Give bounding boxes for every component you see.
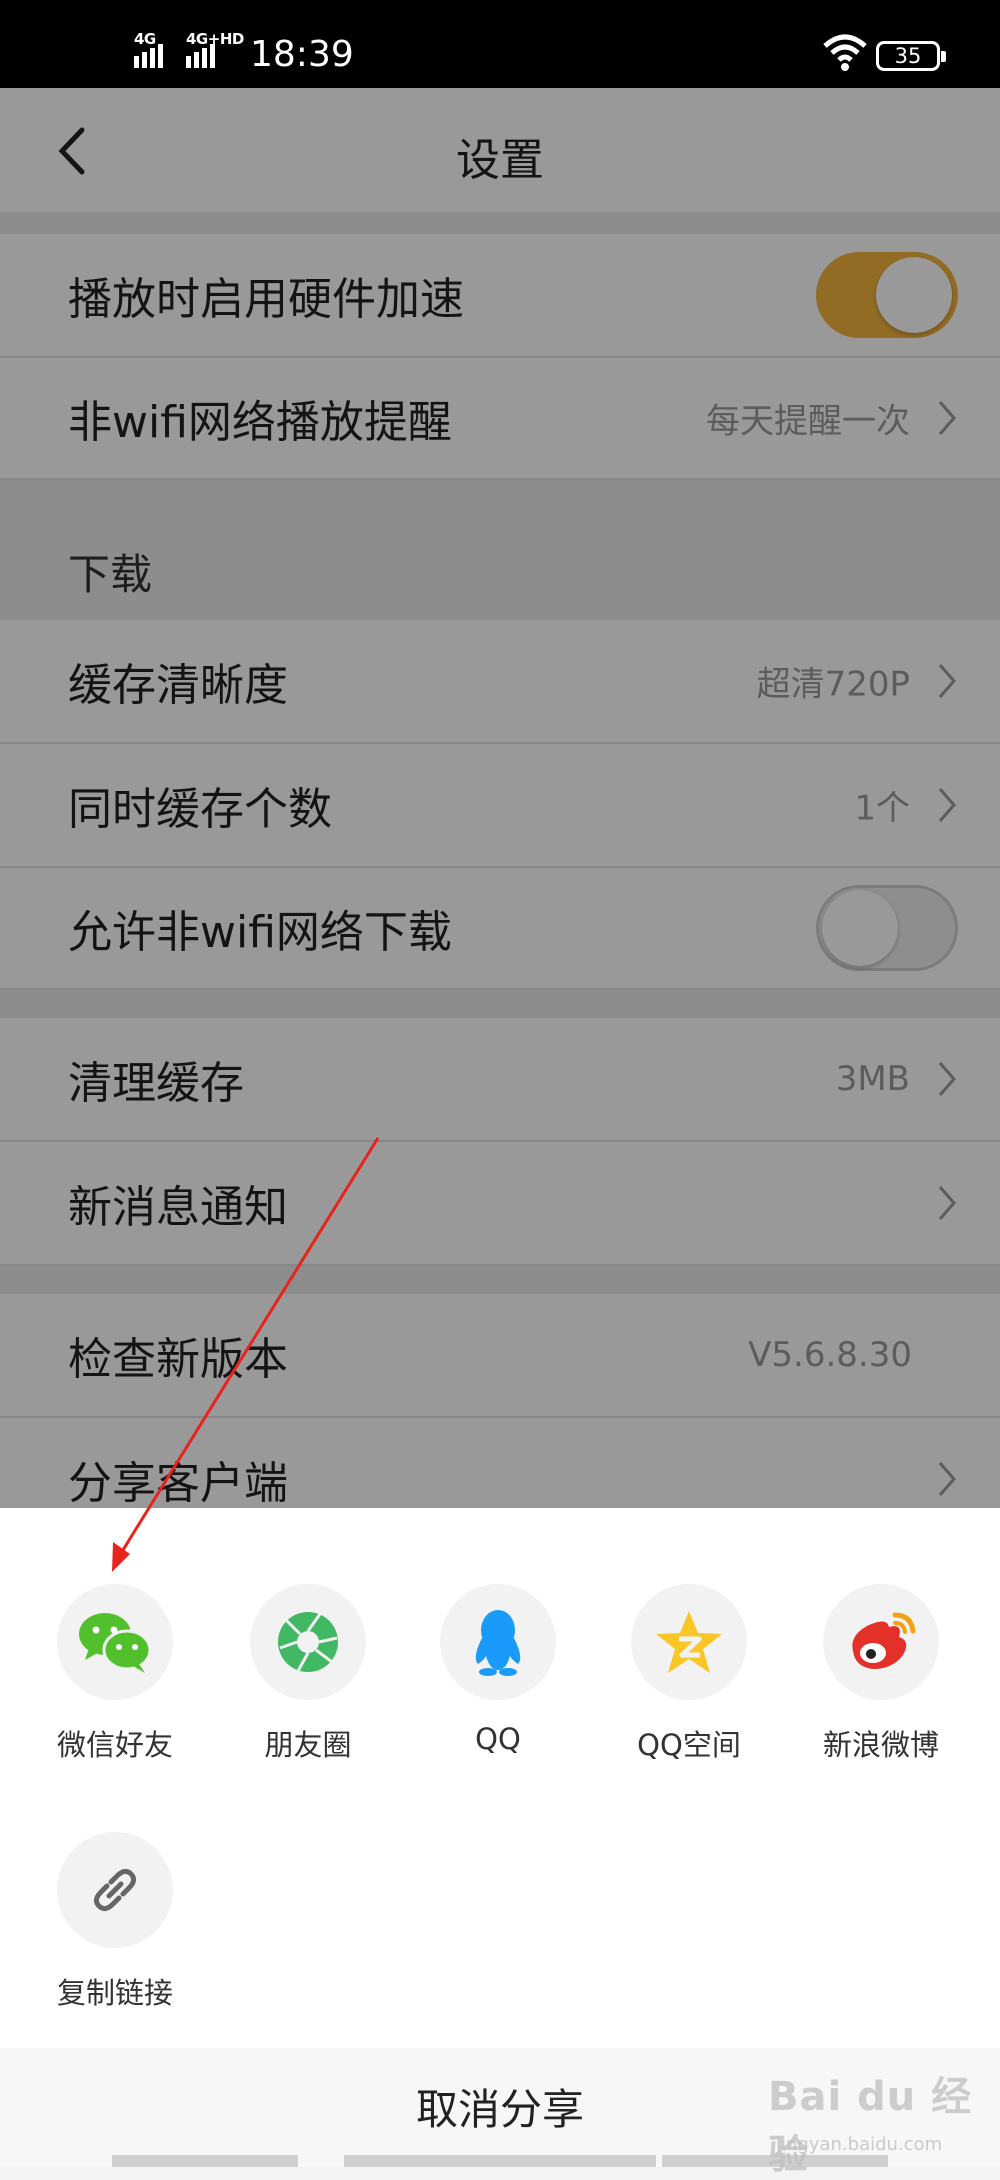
share-label: 新浪微博 <box>822 1728 939 1762</box>
bottom-tab-segment <box>344 2155 656 2167</box>
modal-overlay[interactable] <box>0 88 1000 1508</box>
battery-icon: 35 <box>876 41 946 71</box>
share-icon-bg <box>823 1584 939 1700</box>
share-label: 复制链接 <box>56 1976 173 2010</box>
share-wechat-friend[interactable]: 微信好友 <box>20 1584 210 1764</box>
share-icon-bg <box>631 1584 747 1700</box>
share-label: 微信好友 <box>56 1728 173 1762</box>
share-moments[interactable]: 朋友圈 <box>213 1584 403 1764</box>
share-qzone[interactable]: QQ空间 <box>594 1584 784 1764</box>
link-icon <box>93 1868 137 1912</box>
share-icon-bg <box>440 1584 556 1700</box>
share-icon-bg <box>250 1584 366 1700</box>
weibo-icon <box>852 1612 916 1669</box>
share-label: 朋友圈 <box>264 1728 352 1762</box>
qzone-icon <box>656 1611 722 1673</box>
share-copy-link[interactable]: 复制链接 <box>20 1832 210 2012</box>
share-icon-bg <box>57 1584 173 1700</box>
signal-4g-hd-icon: 4G+HD <box>186 30 244 68</box>
share-label: QQ <box>475 1722 521 1756</box>
baidu-watermark-url: jingyan.baidu.com <box>776 2134 943 2155</box>
bottom-tab-segment <box>112 2155 298 2167</box>
share-qq[interactable]: QQ <box>403 1584 593 1756</box>
wifi-icon <box>823 34 867 71</box>
qq-icon <box>475 1610 521 1676</box>
status-bar: 4G 4G+HD 18:39 35 <box>0 0 1000 88</box>
signal-4g-icon: 4G <box>134 30 163 68</box>
status-time: 18:39 <box>250 34 354 75</box>
share-label: QQ空间 <box>637 1728 741 1762</box>
baidu-watermark: Bai du 经验 <box>768 2074 973 2178</box>
moments-icon <box>278 1612 338 1672</box>
share-weibo[interactable]: 新浪微博 <box>786 1584 976 1764</box>
wechat-icon <box>79 1613 152 1673</box>
share-icon-bg <box>57 1832 173 1948</box>
